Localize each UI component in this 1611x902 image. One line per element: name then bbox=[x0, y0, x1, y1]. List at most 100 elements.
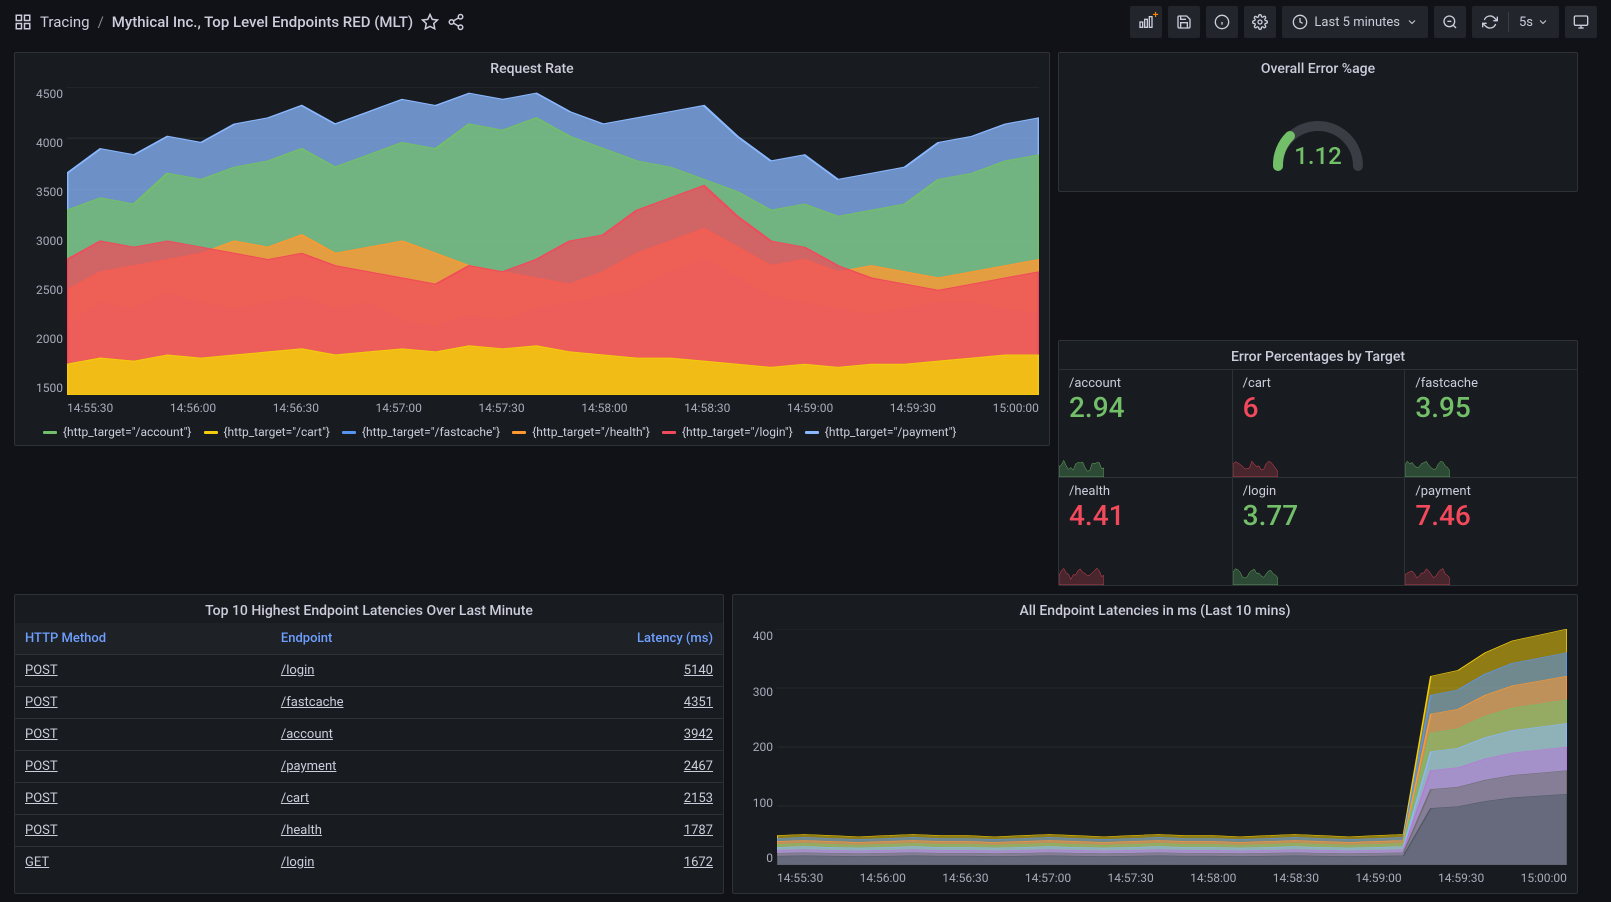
panel-error-targets[interactable]: Error Percentages by Target /account 2.9… bbox=[1058, 340, 1578, 586]
cell-latency[interactable]: 2467 bbox=[684, 759, 713, 774]
panel-request-rate[interactable]: Request Rate 450040003500300025002000150… bbox=[14, 52, 1050, 446]
sparkline bbox=[1233, 540, 1278, 585]
cell-latency[interactable]: 2153 bbox=[684, 791, 713, 806]
cell-latency[interactable]: 5140 bbox=[684, 663, 713, 678]
dashboard-title[interactable]: Mythical Inc., Top Level Endpoints RED (… bbox=[112, 13, 413, 31]
cell-method[interactable]: POST bbox=[25, 695, 58, 710]
panel-top-latencies[interactable]: Top 10 Highest Endpoint Latencies Over L… bbox=[14, 594, 724, 894]
refresh-interval-label: 5s bbox=[1519, 15, 1533, 30]
legend-label: {http_target="/account"} bbox=[63, 425, 192, 439]
cell-method[interactable]: POST bbox=[25, 791, 58, 806]
cell-latency[interactable]: 1672 bbox=[684, 855, 713, 870]
breadcrumb-sep: / bbox=[98, 13, 104, 31]
cell-latency[interactable]: 1787 bbox=[684, 823, 713, 838]
cell-endpoint[interactable]: /cart bbox=[281, 791, 309, 806]
legend-label: {http_target="/cart"} bbox=[224, 425, 331, 439]
error-target-label: /health bbox=[1069, 484, 1222, 499]
error-target-value: 7.46 bbox=[1415, 501, 1567, 532]
share-icon[interactable] bbox=[447, 13, 465, 31]
tv-mode-button[interactable] bbox=[1565, 6, 1597, 38]
cell-method[interactable]: POST bbox=[25, 823, 58, 838]
gauge: 1.12 bbox=[1059, 81, 1577, 191]
error-target-cell[interactable]: /health 4.41 bbox=[1059, 477, 1232, 585]
x-axis-ticks: 14:55:3014:56:0014:56:3014:57:0014:57:30… bbox=[67, 401, 1039, 415]
sparkline bbox=[1233, 432, 1278, 477]
time-range-picker[interactable]: Last 5 minutes bbox=[1282, 6, 1428, 38]
topbar: Tracing / Mythical Inc., Top Level Endpo… bbox=[0, 0, 1611, 44]
cell-endpoint[interactable]: /fastcache bbox=[281, 695, 344, 710]
error-target-label: /fastcache bbox=[1415, 376, 1567, 391]
cell-latency[interactable]: 3942 bbox=[684, 727, 713, 742]
legend-label: {http_target="/fastcache"} bbox=[362, 425, 500, 439]
refresh-control[interactable]: 5s bbox=[1472, 6, 1559, 38]
cell-method[interactable]: POST bbox=[25, 663, 58, 678]
chart-area[interactable]: 4003002001000 14:55:3014:56:0014:56:3014… bbox=[743, 629, 1567, 889]
error-target-value: 3.95 bbox=[1415, 393, 1567, 424]
table-row: GET /login 1672 bbox=[15, 847, 723, 879]
legend-item[interactable]: {http_target="/account"} bbox=[43, 425, 192, 439]
table-row: POST /payment 2467 bbox=[15, 751, 723, 783]
legend-item[interactable]: {http_target="/cart"} bbox=[204, 425, 331, 439]
cell-latency[interactable]: 4351 bbox=[684, 695, 713, 710]
panel-overall-error[interactable]: Overall Error %age 1.12 bbox=[1058, 52, 1578, 192]
info-button[interactable] bbox=[1206, 6, 1238, 38]
legend-label: {http_target="/payment"} bbox=[825, 425, 957, 439]
error-target-cell[interactable]: /fastcache 3.95 bbox=[1404, 369, 1577, 477]
legend-item[interactable]: {http_target="/payment"} bbox=[805, 425, 957, 439]
cell-endpoint[interactable]: /login bbox=[281, 663, 315, 678]
cell-method[interactable]: POST bbox=[25, 759, 58, 774]
star-icon[interactable] bbox=[421, 13, 439, 31]
latency-table: HTTP MethodEndpointLatency (ms) POST /lo… bbox=[15, 623, 723, 878]
error-target-value: 3.77 bbox=[1243, 501, 1395, 532]
save-button[interactable] bbox=[1168, 6, 1200, 38]
cell-endpoint[interactable]: /login bbox=[281, 855, 315, 870]
panel-title: All Endpoint Latencies in ms (Last 10 mi… bbox=[733, 595, 1577, 623]
error-target-cell[interactable]: /payment 7.46 bbox=[1404, 477, 1577, 585]
sparkline bbox=[1059, 432, 1104, 477]
error-target-cell[interactable]: /cart 6 bbox=[1232, 369, 1405, 477]
y-axis-ticks: 4500400035003000250020001500 bbox=[25, 87, 63, 395]
error-target-value: 6 bbox=[1243, 393, 1395, 424]
latencies-plot bbox=[777, 629, 1567, 865]
request-rate-plot bbox=[67, 87, 1039, 395]
panel-all-latencies[interactable]: All Endpoint Latencies in ms (Last 10 mi… bbox=[732, 594, 1578, 894]
sparkline bbox=[1405, 540, 1450, 585]
error-target-cell[interactable]: /account 2.94 bbox=[1059, 369, 1232, 477]
error-targets-grid: /account 2.94 /cart 6 /fastcache 3.95 /h… bbox=[1059, 369, 1577, 585]
dashboard-grid-icon[interactable] bbox=[14, 13, 32, 31]
table-row: POST /health 1787 bbox=[15, 815, 723, 847]
sparkline bbox=[1059, 540, 1104, 585]
table-header[interactable]: HTTP Method bbox=[15, 623, 271, 655]
legend-item[interactable]: {http_target="/health"} bbox=[512, 425, 650, 439]
cell-endpoint[interactable]: /payment bbox=[281, 759, 337, 774]
zoom-out-button[interactable] bbox=[1434, 6, 1466, 38]
refresh-icon bbox=[1482, 14, 1498, 30]
chevron-down-icon bbox=[1537, 16, 1549, 28]
table-row: POST /account 3942 bbox=[15, 719, 723, 751]
legend-item[interactable]: {http_target="/fastcache"} bbox=[342, 425, 500, 439]
breadcrumb: Tracing / Mythical Inc., Top Level Endpo… bbox=[14, 13, 465, 31]
error-target-label: /account bbox=[1069, 376, 1222, 391]
error-target-value: 2.94 bbox=[1069, 393, 1222, 424]
panel-title: Top 10 Highest Endpoint Latencies Over L… bbox=[15, 595, 723, 623]
legend-label: {http_target="/health"} bbox=[532, 425, 650, 439]
add-panel-button[interactable] bbox=[1130, 6, 1162, 38]
panel-title: Request Rate bbox=[15, 53, 1049, 81]
table-row: POST /fastcache 4351 bbox=[15, 687, 723, 719]
settings-button[interactable] bbox=[1244, 6, 1276, 38]
chart-area[interactable]: 4500400035003000250020001500 14:55:3014:… bbox=[25, 87, 1039, 419]
panel-title: Overall Error %age bbox=[1059, 53, 1577, 81]
error-target-cell[interactable]: /login 3.77 bbox=[1232, 477, 1405, 585]
cell-method[interactable]: POST bbox=[25, 727, 58, 742]
error-target-label: /login bbox=[1243, 484, 1395, 499]
table-header[interactable]: Latency (ms) bbox=[480, 623, 723, 655]
cell-endpoint[interactable]: /health bbox=[281, 823, 322, 838]
cell-endpoint[interactable]: /account bbox=[281, 727, 333, 742]
cell-method[interactable]: GET bbox=[25, 855, 49, 870]
breadcrumb-root[interactable]: Tracing bbox=[40, 13, 90, 31]
legend-item[interactable]: {http_target="/login"} bbox=[662, 425, 793, 439]
table-header[interactable]: Endpoint bbox=[271, 623, 480, 655]
legend-label: {http_target="/login"} bbox=[682, 425, 793, 439]
toolbar: Last 5 minutes 5s bbox=[1130, 6, 1597, 38]
time-range-label: Last 5 minutes bbox=[1314, 15, 1400, 30]
